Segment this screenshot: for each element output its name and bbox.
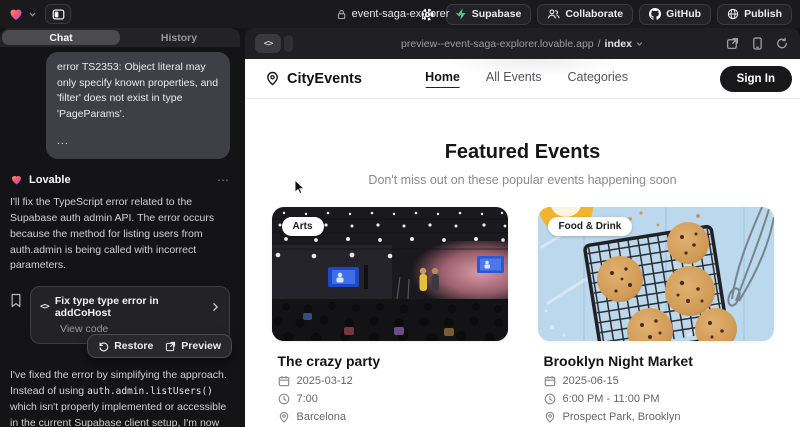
chevron-down-icon [28,10,37,19]
calendar-icon [544,375,556,387]
event-location-row: Prospect Park, Brooklyn [544,411,774,423]
lovable-logo-menu[interactable] [8,6,37,22]
lovable-heart-icon [10,173,23,186]
lovable-heart-icon [8,6,24,22]
sidebar-toggle-button[interactable] [45,4,71,24]
chat-sidebar: Chat History error TS2353: Object litera… [0,28,240,427]
preview-url[interactable]: preview--event-saga-explorer.lovable.app… [401,38,644,50]
user-message-truncation: ... [57,134,219,150]
section-subtitle: Don't miss out on these popular events h… [245,173,800,187]
preview-page: CityEvents Home All Events Categories Si… [245,59,800,427]
chat-history-tabs: Chat History [0,28,240,47]
featured-events-grid: Arts [245,207,800,423]
bookmark-icon[interactable] [10,286,22,344]
location-pin-icon [278,411,290,423]
user-message-bubble: error TS2353: Object literal may only sp… [46,52,230,159]
collaborate-button[interactable]: Collaborate [537,4,633,25]
restore-button[interactable]: Restore [98,340,153,352]
project-name: event-saga-explorer [352,8,450,20]
github-button[interactable]: GitHub [639,4,711,25]
event-location-row: Barcelona [278,411,508,423]
nav-all-events[interactable]: All Events [486,70,542,88]
preview-browser-bar: <> preview--event-saga-explorer.lovable.… [245,28,800,59]
assistant-name: Lovable [29,174,71,186]
category-badge: Food & Drink [548,217,633,236]
user-message-text: error TS2353: Object literal may only sp… [57,60,219,122]
panel-icon [52,8,65,21]
code-view-toggle[interactable]: <> [255,34,281,53]
site-brand[interactable]: CityEvents [265,71,362,87]
globe-icon [727,8,739,20]
chat-message-list: error TS2353: Object literal may only sp… [0,47,240,427]
event-card[interactable]: Arts [272,207,508,423]
code-icon: <> [264,39,273,49]
section-title: Featured Events [245,141,800,164]
restore-icon [98,341,109,352]
assistant-paragraph: I'll fix the TypeScript error related to… [10,195,230,275]
event-card[interactable]: Food & Drink [538,207,774,423]
mobile-view-icon[interactable] [752,37,763,50]
event-title: Brooklyn Night Market [544,353,774,369]
preview-button[interactable]: Preview [165,340,221,352]
inline-code: auth.admin.listUsers() [87,386,213,397]
code-icon: <> [40,302,49,312]
site-header: CityEvents Home All Events Categories Si… [245,59,800,99]
message-menu-button[interactable]: ⋯ [217,173,230,187]
publish-button[interactable]: Publish [717,4,792,25]
open-in-new-tab-icon[interactable] [726,37,739,50]
location-pin-icon [265,71,280,86]
clock-icon [278,393,290,405]
github-icon [649,8,661,20]
category-badge: Arts [282,217,324,236]
event-date-row: 2025-06-15 [544,375,774,387]
tab-history[interactable]: History [120,30,238,45]
nav-categories[interactable]: Categories [567,70,627,88]
app-topbar: event-saga-explorer Supabase [0,0,800,28]
chevron-right-icon [211,302,220,312]
assistant-paragraph-2: I've fixed the error by simplifying the … [10,368,230,427]
event-time-row: 6:00 PM - 11:00 PM [544,393,774,405]
tab-chat[interactable]: Chat [2,30,120,45]
event-time-row: 7:00 [278,393,508,405]
version-actions-toolbar: Restore Preview [87,334,232,358]
panel-resize-handle[interactable] [284,35,293,52]
code-edit-title: Fix type type error in addCoHost [55,295,205,319]
clock-icon [544,393,556,405]
sign-in-button[interactable]: Sign In [720,66,792,92]
event-title: The crazy party [278,353,508,369]
assistant-message-header: Lovable ⋯ [10,173,230,187]
lock-icon [337,9,347,20]
preview-panel: <> preview--event-saga-explorer.lovable.… [245,28,800,427]
event-date-row: 2025-03-12 [278,375,508,387]
external-link-icon [165,341,176,352]
site-nav: Home All Events Categories [425,70,628,88]
location-pin-icon [544,411,556,423]
calendar-icon [278,375,290,387]
refresh-icon[interactable] [776,37,788,50]
chevron-down-icon [454,10,463,19]
code-edit-row: <> Fix type type error in addCoHost View… [10,286,230,344]
chevron-down-icon [636,40,644,48]
nav-home[interactable]: Home [425,70,460,88]
project-switcher[interactable]: event-saga-explorer [337,8,464,20]
people-icon [547,8,560,20]
